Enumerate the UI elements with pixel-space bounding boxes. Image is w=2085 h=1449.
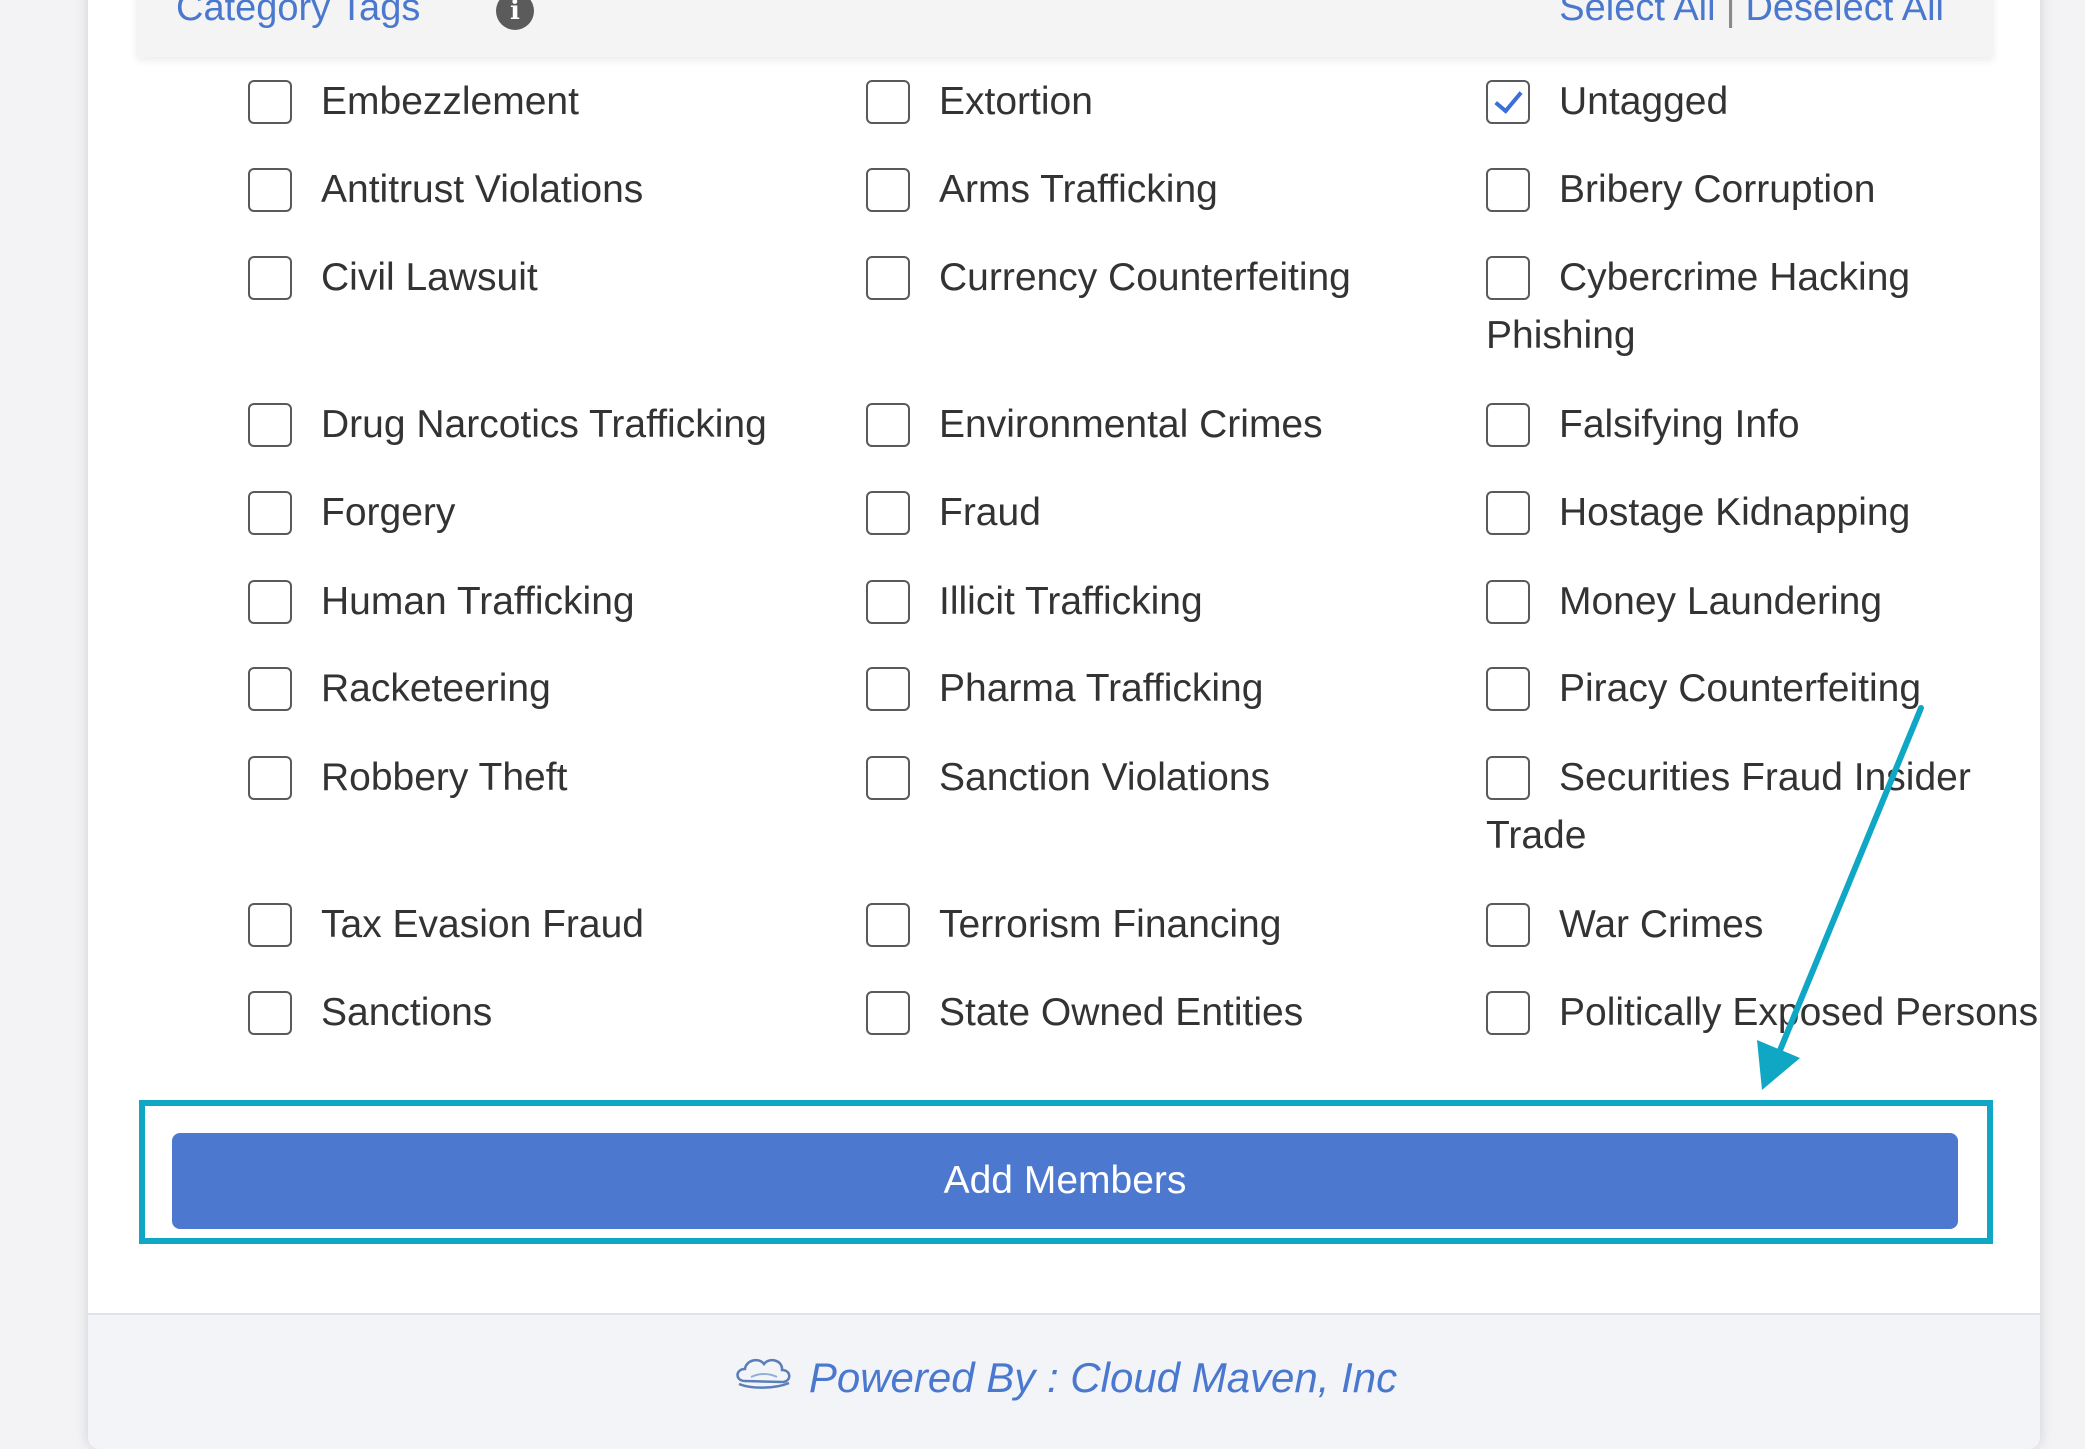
tag-label: Extortion xyxy=(939,80,1093,123)
link-separator: | xyxy=(1725,0,1736,29)
checkbox[interactable] xyxy=(248,580,292,624)
tag-label: Fraud xyxy=(939,491,1041,534)
tag-label: Civil Lawsuit xyxy=(321,256,538,299)
tag-label: Illicit Trafficking xyxy=(939,580,1203,623)
checkbox[interactable] xyxy=(866,491,910,535)
tag-label: Forgery xyxy=(321,491,456,534)
tag-label: Embezzlement xyxy=(321,80,579,123)
tag-label: Pharma Trafficking xyxy=(939,667,1264,710)
tag-label: Currency Counterfeiting xyxy=(939,256,1351,299)
category-tags-header: Category Tags i Select All | Deselect All xyxy=(136,0,1994,57)
tag-label: Politically Exposed Persons xyxy=(1559,991,2039,1034)
deselect-all-link[interactable]: Deselect All xyxy=(1745,0,1944,29)
checkbox[interactable] xyxy=(248,403,292,447)
tag-label: Securities Fraud Insider xyxy=(1559,756,1971,799)
footer-text: Powered By : Cloud Maven, Inc xyxy=(808,1354,1398,1401)
checkbox[interactable] xyxy=(1486,903,1530,947)
footer: Powered By : Cloud Maven, Inc xyxy=(88,1313,2040,1449)
tag-label: War Crimes xyxy=(1559,903,1764,946)
footer-powered-by: Powered By : Cloud Maven, Inc xyxy=(88,1353,2040,1406)
tag-label: Sanction Violations xyxy=(939,756,1271,799)
tag-label: Piracy Counterfeiting xyxy=(1559,667,1922,710)
cloud-logo-icon xyxy=(731,1351,795,1402)
checkbox[interactable] xyxy=(1486,991,1530,1035)
tag-label: Sanctions xyxy=(321,991,493,1034)
tag-label: Antitrust Violations xyxy=(321,168,644,211)
checkbox[interactable] xyxy=(248,756,292,800)
tag-label: Racketeering xyxy=(321,667,551,710)
tag-label: Drug Narcotics Trafficking xyxy=(321,403,767,446)
checkbox[interactable] xyxy=(1486,403,1530,447)
checkbox[interactable] xyxy=(866,756,910,800)
tag-label: Cybercrime Hacking xyxy=(1559,256,1911,299)
tag-label-continued: Trade xyxy=(1486,814,1587,857)
add-members-card: Category Tags i Select All | Deselect All … xyxy=(88,0,2040,1449)
select-links: Select All | Deselect All xyxy=(1559,0,1944,30)
checkbox[interactable] xyxy=(248,491,292,535)
checkbox[interactable] xyxy=(866,256,910,300)
checkbox-checked[interactable] xyxy=(1486,80,1530,124)
checkbox[interactable] xyxy=(866,903,910,947)
checkbox[interactable] xyxy=(866,403,910,447)
checkbox[interactable] xyxy=(866,667,910,711)
tag-label: State Owned Entities xyxy=(939,991,1304,1034)
info-icon[interactable]: i xyxy=(496,0,534,30)
checkbox[interactable] xyxy=(248,903,292,947)
checkbox[interactable] xyxy=(248,991,292,1035)
select-all-link[interactable]: Select All xyxy=(1559,0,1715,29)
checkbox[interactable] xyxy=(248,667,292,711)
checkbox[interactable] xyxy=(866,80,910,124)
tag-label: Environmental Crimes xyxy=(939,403,1323,446)
tag-label: Money Laundering xyxy=(1559,580,1883,623)
tag-label: Human Trafficking xyxy=(321,580,635,623)
checkbox[interactable] xyxy=(866,580,910,624)
tag-label-continued: Phishing xyxy=(1486,314,1636,357)
tag-label: Untagged xyxy=(1559,80,1729,123)
checkbox[interactable] xyxy=(866,168,910,212)
tag-label: Bribery Corruption xyxy=(1559,168,1876,211)
checkbox[interactable] xyxy=(1486,756,1530,800)
checkbox[interactable] xyxy=(1486,256,1530,300)
checkbox[interactable] xyxy=(248,256,292,300)
tag-label: Terrorism Financing xyxy=(939,903,1282,946)
tag-label: Hostage Kidnapping xyxy=(1559,491,1911,534)
checkbox[interactable] xyxy=(248,80,292,124)
checkbox[interactable] xyxy=(1486,491,1530,535)
add-members-button[interactable]: Add Members xyxy=(172,1133,1958,1229)
tag-label: Tax Evasion Fraud xyxy=(321,903,644,946)
checkbox[interactable] xyxy=(1486,580,1530,624)
tag-label: Robbery Theft xyxy=(321,756,568,799)
tag-label: Arms Trafficking xyxy=(939,168,1218,211)
checkbox[interactable] xyxy=(1486,168,1530,212)
checkbox[interactable] xyxy=(866,991,910,1035)
checkbox[interactable] xyxy=(248,168,292,212)
checkbox[interactable] xyxy=(1486,667,1530,711)
category-tags-title: Category Tags xyxy=(176,0,421,29)
tag-label: Falsifying Info xyxy=(1559,403,1800,446)
